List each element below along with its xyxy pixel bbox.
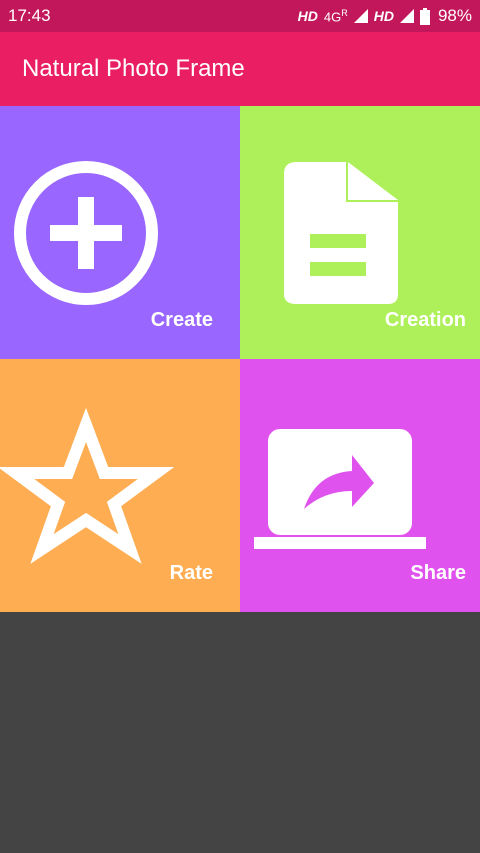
battery-percent: 98% bbox=[437, 6, 472, 25]
hd-indicator-2: HD bbox=[373, 8, 394, 24]
battery-icon bbox=[419, 7, 430, 25]
rate-label: Rate bbox=[169, 562, 213, 584]
create-label: Create bbox=[150, 309, 213, 331]
rate-tile[interactable]: Rate bbox=[0, 359, 240, 612]
menu-grid: Create Creation Rate Share bbox=[0, 106, 480, 613]
share-tile[interactable]: Share bbox=[240, 359, 480, 612]
empty-area bbox=[0, 613, 480, 853]
status-icons: HD 4GR HD 98% bbox=[298, 6, 472, 26]
roaming-label: R bbox=[341, 7, 348, 18]
share-label: Share bbox=[410, 562, 466, 584]
network-label: 4G bbox=[323, 9, 342, 25]
app-title: Natural Photo Frame bbox=[22, 55, 245, 82]
app-bar: Natural Photo Frame bbox=[0, 32, 480, 106]
creation-label: Creation bbox=[384, 309, 466, 331]
status-time: 17:43 bbox=[8, 6, 51, 25]
hd-indicator-1: HD bbox=[297, 8, 318, 24]
network-type: 4GR bbox=[324, 8, 348, 24]
signal-icon-2 bbox=[399, 9, 414, 23]
signal-icon bbox=[353, 9, 368, 23]
status-bar: 17:43 HD 4GR HD 98% bbox=[0, 0, 480, 32]
create-tile[interactable]: Create bbox=[0, 106, 240, 359]
creation-tile[interactable]: Creation bbox=[240, 106, 480, 359]
